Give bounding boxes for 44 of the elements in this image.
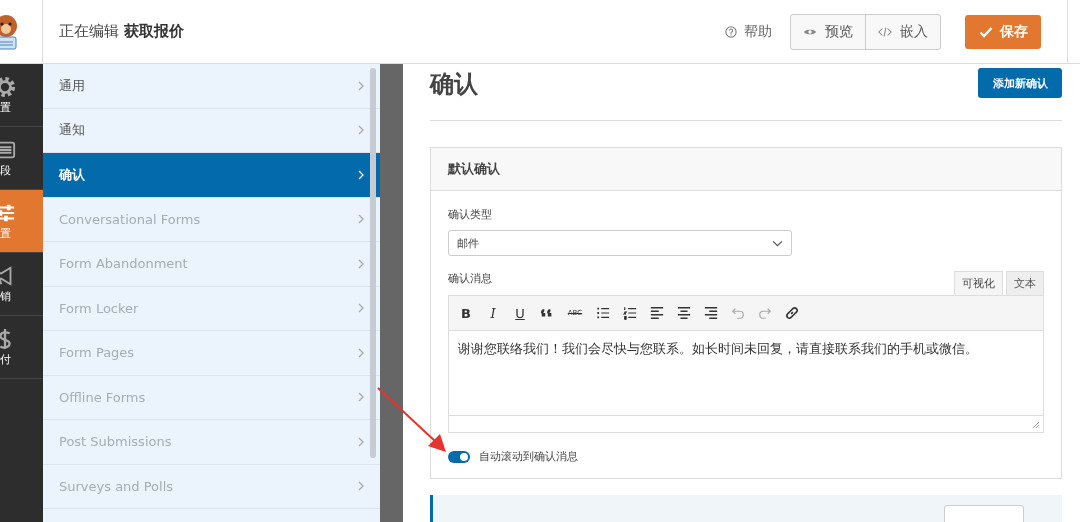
chevron-right-icon (358, 214, 364, 225)
embed-button[interactable]: 嵌入 (865, 14, 940, 49)
editor-tab[interactable]: 可视化 (954, 271, 1003, 295)
caret-icon (772, 239, 783, 247)
field-label: 确认类型 (448, 207, 493, 222)
quote-icon[interactable] (540, 306, 554, 320)
toggle-switch[interactable] (448, 450, 470, 463)
panel-title: 默认确认 (448, 160, 500, 178)
help-link[interactable]: 帮助 (724, 22, 772, 41)
chevron-right-icon (358, 125, 364, 136)
add-confirmation-button[interactable]: 添加新确认 (978, 68, 1062, 98)
editing-title: 正在编辑 获取报价 (59, 22, 184, 41)
section-title: 确认 (430, 69, 478, 100)
gear-icon (0, 75, 16, 98)
checkmark-icon (978, 25, 993, 38)
chevron-right-icon (358, 303, 364, 314)
chevron-right-icon (358, 258, 364, 269)
field-label: 确认消息 (448, 271, 492, 286)
chevron-right-icon (358, 436, 364, 447)
editor-tab[interactable]: 文本 (1006, 271, 1044, 295)
message-text: 谢谢您联络我们！我们会尽快与您联系。如长时间未回复，请直接联系我们的手机或微信。 (458, 341, 978, 356)
chevron-right-icon (358, 392, 364, 403)
scrollbar[interactable] (370, 68, 376, 458)
chevron-right-icon (358, 347, 364, 358)
link-icon[interactable] (785, 306, 799, 320)
resize-handle-icon[interactable] (1032, 421, 1040, 429)
type-select[interactable]: 邮件 (448, 230, 792, 256)
bold-button[interactable]: B (459, 305, 473, 321)
number-list-icon[interactable] (623, 306, 637, 320)
bullet-list-icon[interactable] (596, 306, 610, 320)
italic-button[interactable]: I (486, 305, 500, 321)
underline-button[interactable]: U (513, 305, 527, 321)
align-left-icon[interactable] (650, 306, 664, 320)
settings-menu-item[interactable]: 确认 (43, 153, 380, 198)
chevron-right-icon (358, 481, 364, 492)
align-center-icon[interactable] (677, 306, 691, 320)
toggle-label: 自动滚动到确认消息 (479, 449, 578, 464)
preview-button[interactable]: 预览 (791, 14, 865, 49)
message-text-area[interactable]: 谢谢您联络我们！我们会尽快与您联系。如长时间未回复，请直接联系我们的手机或微信。 (449, 331, 1043, 415)
align-right-icon[interactable] (704, 306, 718, 320)
help-icon (724, 25, 738, 38)
chevron-right-icon (358, 169, 364, 180)
chevron-right-icon (358, 80, 364, 91)
code-icon (878, 25, 892, 38)
